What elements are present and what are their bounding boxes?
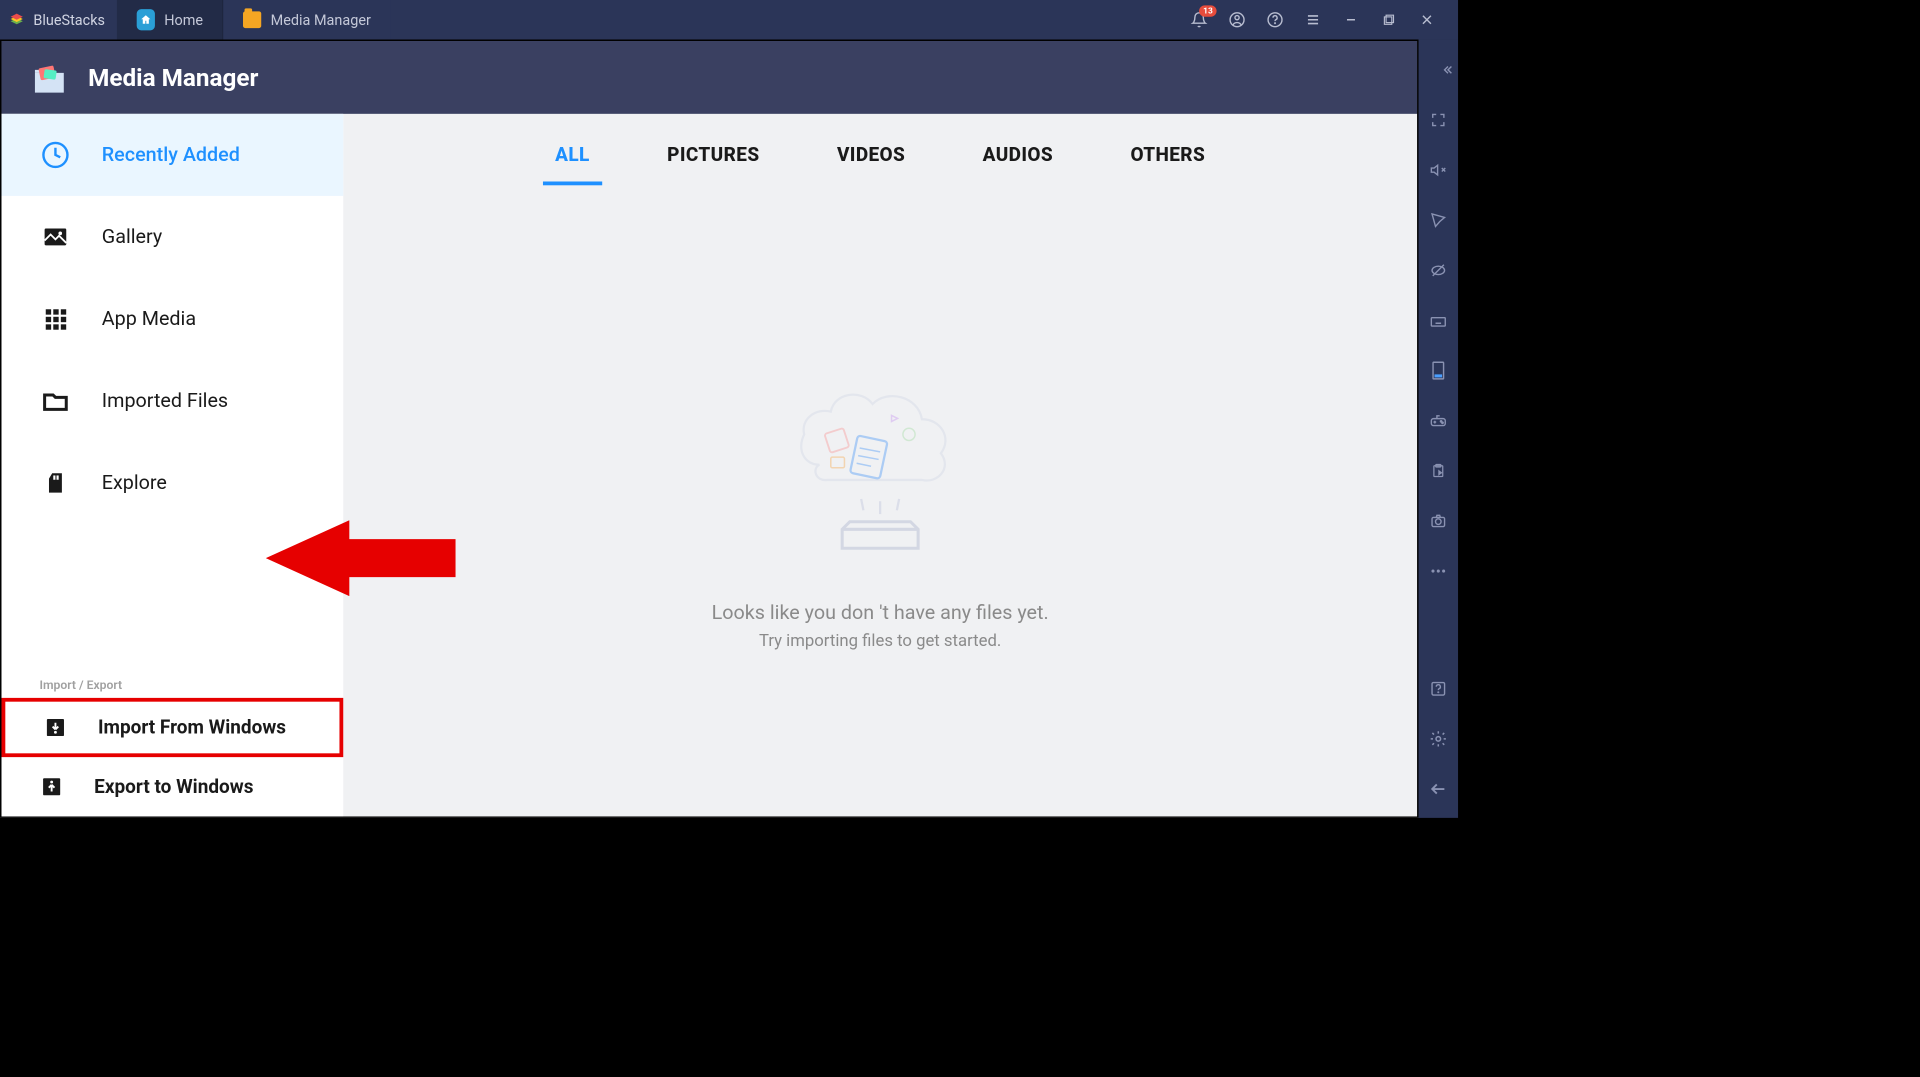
right-toolbar — [1419, 39, 1458, 817]
sidebar-label: Gallery — [102, 226, 162, 249]
sidebar-label: Export to Windows — [94, 776, 253, 798]
sidebar-item-recently-added[interactable]: Recently Added — [2, 114, 344, 196]
empty-state: Looks like you don 't have any files yet… — [343, 185, 1417, 816]
sidebar-item-imported-files[interactable]: Imported Files — [2, 360, 344, 442]
sidebar-item-app-media[interactable]: App Media — [2, 278, 344, 360]
sidebar-label: App Media — [102, 308, 196, 331]
tab-home[interactable]: Home — [117, 0, 223, 39]
help-icon[interactable] — [1265, 10, 1285, 30]
sidebar-label: Imported Files — [102, 390, 228, 413]
tab-label: Media Manager — [271, 11, 371, 28]
sidebar-label: Recently Added — [102, 144, 240, 167]
tab-audios[interactable]: AUDIOS — [971, 137, 1066, 186]
back-arrow-icon[interactable] — [1419, 771, 1458, 807]
notification-bell-icon[interactable]: 13 — [1189, 10, 1209, 30]
volume-mute-icon[interactable] — [1419, 152, 1458, 188]
folder-outline-icon — [39, 385, 71, 417]
tab-others[interactable]: OTHERS — [1118, 137, 1217, 186]
eye-off-icon[interactable] — [1419, 252, 1458, 288]
clock-icon — [39, 139, 71, 171]
app-header: Media Manager — [2, 41, 1418, 114]
location-icon[interactable] — [1419, 202, 1458, 238]
fullscreen-icon[interactable] — [1419, 102, 1458, 138]
media-manager-app-icon — [29, 59, 70, 95]
maximize-icon[interactable] — [1379, 10, 1399, 30]
minimize-icon[interactable] — [1341, 10, 1361, 30]
tab-media-manager[interactable]: Media Manager — [224, 0, 391, 39]
settings-gear-icon[interactable] — [1419, 721, 1458, 757]
close-icon[interactable] — [1417, 10, 1437, 30]
sd-card-icon — [39, 467, 71, 499]
bluestacks-logo-icon — [8, 11, 26, 29]
brand-label: BlueStacks — [33, 11, 105, 28]
sidebar-label: Explore — [102, 472, 167, 495]
camera-icon[interactable] — [1419, 503, 1458, 539]
app-title: Media Manager — [88, 63, 258, 92]
device-icon[interactable] — [1419, 352, 1458, 388]
grid-icon — [39, 303, 71, 335]
content-tabs: ALL PICTURES VIDEOS AUDIOS OTHERS — [343, 114, 1417, 185]
title-bar: BlueStacks Home Media Manager 13 — [0, 0, 1458, 39]
home-icon — [137, 11, 155, 29]
import-icon — [43, 715, 67, 739]
sidebar-export-to-windows[interactable]: Export to Windows — [2, 757, 344, 816]
folder-icon — [243, 11, 261, 29]
sidebar-import-from-windows[interactable]: Import From Windows — [2, 698, 344, 757]
gamepad-icon[interactable] — [1419, 402, 1458, 438]
tab-pictures[interactable]: PICTURES — [655, 137, 772, 186]
import-export-section-label: Import / Export — [2, 662, 344, 698]
notification-badge: 13 — [1199, 5, 1216, 16]
account-icon[interactable] — [1227, 10, 1247, 30]
red-arrow-annotation-icon — [266, 520, 456, 596]
gallery-icon — [39, 221, 71, 253]
main-content: Media Manager Recently Added Gallery App… — [0, 39, 1419, 817]
keyboard-icon[interactable] — [1419, 302, 1458, 338]
sidebar-item-explore[interactable]: Explore — [2, 442, 344, 524]
clipboard-icon[interactable] — [1419, 453, 1458, 489]
help-square-icon[interactable] — [1419, 671, 1458, 707]
collapse-sidebar-icon[interactable] — [1428, 52, 1467, 88]
empty-message-line1: Looks like you don 't have any files yet… — [712, 601, 1049, 624]
empty-illustration-icon — [766, 351, 994, 579]
content-panel: ALL PICTURES VIDEOS AUDIOS OTHERS — [343, 114, 1417, 816]
sidebar-label: Import From Windows — [98, 716, 286, 738]
export-icon — [39, 775, 63, 799]
empty-message-line2: Try importing files to get started. — [759, 632, 1001, 651]
tab-videos[interactable]: VIDEOS — [825, 137, 918, 186]
menu-icon[interactable] — [1303, 10, 1323, 30]
more-icon[interactable] — [1419, 553, 1458, 589]
tab-label: Home — [164, 11, 203, 28]
sidebar-item-gallery[interactable]: Gallery — [2, 196, 344, 278]
left-sidebar: Recently Added Gallery App Media Importe… — [2, 114, 344, 816]
tab-all[interactable]: ALL — [543, 137, 602, 186]
